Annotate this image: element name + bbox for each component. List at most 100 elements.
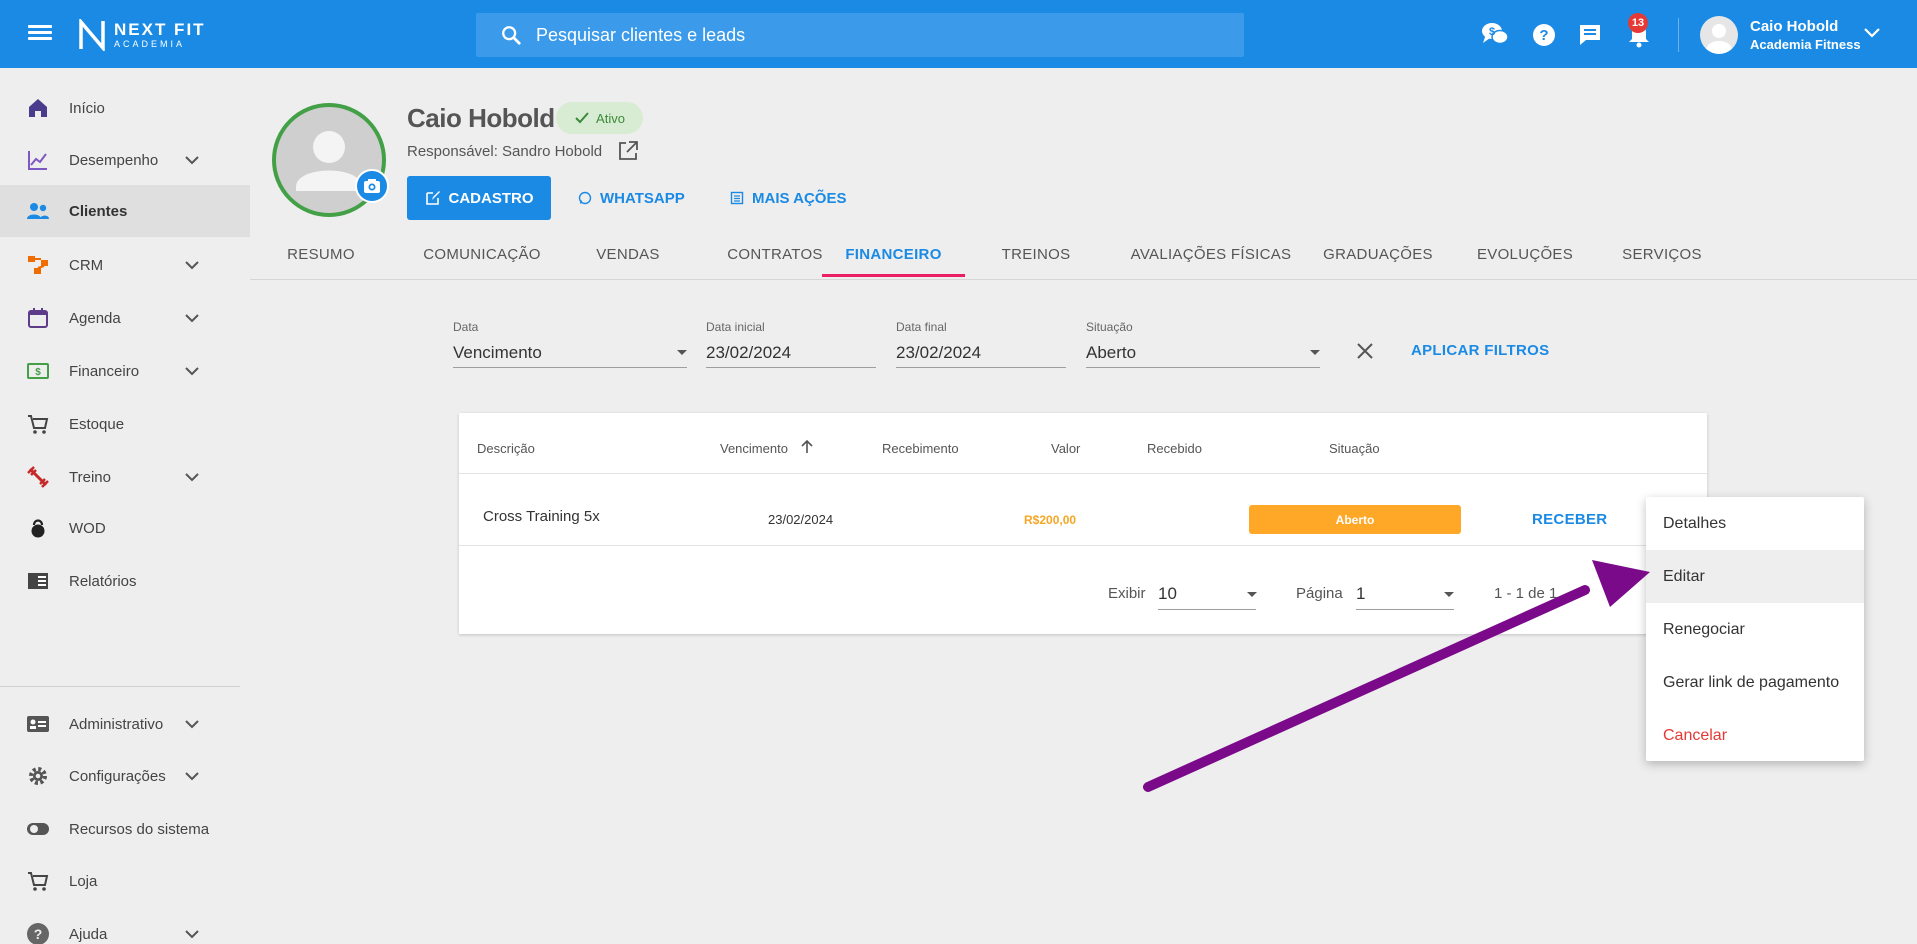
sidebar-item-ajuda[interactable]: ? Ajuda (0, 908, 250, 944)
chevron-down-icon[interactable] (1862, 26, 1882, 40)
page-size-select[interactable]: 10 (1158, 584, 1177, 604)
row-descricao: Cross Training 5x (483, 508, 600, 525)
header-divider (459, 473, 1707, 474)
menu-icon[interactable] (24, 22, 56, 46)
filter-inicial-label: Data inicial (706, 320, 765, 334)
page-select[interactable]: 1 (1356, 584, 1365, 604)
tab-avaliacoes[interactable]: AVALIAÇÕES FÍSICAS (1112, 228, 1310, 280)
people-icon (27, 203, 49, 219)
search-bar[interactable]: Pesquisar clientes e leads (476, 13, 1244, 57)
user-avatar-icon (1706, 24, 1732, 54)
gear-icon (29, 767, 47, 785)
receive-button[interactable]: RECEBER (1532, 511, 1607, 528)
column-header-valor: Valor (1051, 441, 1081, 456)
filter-data-underline (453, 367, 687, 368)
dropdown-caret-icon[interactable] (677, 350, 687, 355)
chevron-down-icon (185, 720, 199, 729)
dropdown-caret-icon[interactable] (1247, 592, 1257, 597)
filter-final-input[interactable]: 23/02/2024 (896, 343, 981, 363)
sidebar-item-label: Início (69, 99, 105, 117)
message-icon[interactable] (1575, 20, 1605, 50)
sidebar-item-label: Financeiro (69, 362, 140, 380)
menu-item-detalhes[interactable]: Detalhes (1646, 497, 1864, 550)
column-header-vencimento[interactable]: Vencimento (720, 441, 788, 456)
search-input[interactable]: Pesquisar clientes e leads (536, 25, 745, 46)
sidebar-item-financeiro[interactable]: $ Financeiro (0, 345, 250, 397)
toggle-icon (27, 823, 49, 835)
whatsapp-label: WHATSAPP (600, 189, 685, 207)
help-icon[interactable]: ? (1529, 20, 1559, 50)
sidebar-item-configuracoes[interactable]: Configurações (0, 750, 250, 802)
sidebar-item-agenda[interactable]: Agenda (0, 292, 250, 344)
sidebar-item-treino[interactable]: Treino (0, 451, 250, 503)
cadastro-button[interactable]: CADASTRO (407, 176, 551, 220)
dropdown-caret-icon[interactable] (1310, 350, 1320, 355)
user-org: Academia Fitness (1750, 37, 1861, 52)
filter-situacao-select[interactable]: Aberto (1086, 343, 1136, 363)
sidebar-item-label: Relatórios (69, 572, 137, 590)
status-badge: Ativo (556, 102, 643, 134)
menu-item-gerar-link[interactable]: Gerar link de pagamento (1646, 656, 1864, 709)
responsible-text: Responsável: Sandro Hobold (407, 143, 603, 160)
menu-item-renegociar[interactable]: Renegociar (1646, 603, 1864, 656)
arrow-up-icon[interactable] (799, 439, 815, 455)
sidebar-item-clientes[interactable]: Clientes (0, 185, 250, 237)
menu-item-editar[interactable]: Editar (1646, 550, 1864, 603)
avatar[interactable] (1700, 16, 1738, 54)
row-vencimento: 23/02/2024 (768, 512, 834, 527)
sidebar-item-inicio[interactable]: Início (0, 82, 250, 134)
tab-financeiro[interactable]: FINANCEIRO (822, 228, 965, 280)
filter-final-label: Data final (896, 320, 947, 334)
sidebar-item-loja[interactable]: Loja (0, 855, 250, 907)
filter-data-label: Data (453, 320, 479, 334)
chevron-down-icon (185, 261, 199, 270)
tab-evolucoes[interactable]: EVOLUÇÕES (1450, 228, 1600, 280)
svg-text:?: ? (34, 926, 43, 942)
help-icon: ? (27, 923, 49, 944)
filter-inicial-underline (706, 367, 876, 368)
sidebar-item-wod[interactable]: WOD (0, 502, 250, 554)
page-label: Página (1296, 585, 1343, 602)
brand-logo[interactable]: NEXT FIT ACADEMIA (78, 18, 206, 52)
tab-vendas[interactable]: VENDAS (566, 228, 690, 280)
sidebar-item-recursos[interactable]: Recursos do sistema (0, 803, 250, 855)
sidebar-item-administrativo[interactable]: Administrativo (0, 698, 250, 750)
menu-item-cancelar[interactable]: Cancelar (1646, 709, 1864, 762)
sidebar-item-desempenho[interactable]: Desempenho (0, 134, 250, 186)
tab-treinos[interactable]: TREINOS (968, 228, 1104, 280)
sidebar-item-crm[interactable]: CRM (0, 239, 250, 291)
status-badge: Aberto (1249, 505, 1461, 534)
camera-icon (364, 179, 380, 193)
svg-text:$: $ (35, 367, 41, 378)
row-valor: R$200,00 (1024, 513, 1077, 527)
brand-sub: ACADEMIA (114, 39, 186, 49)
cart-icon (28, 415, 49, 434)
tab-graduacoes[interactable]: GRADUAÇÕES (1298, 228, 1458, 280)
column-header-recebido: Recebido (1147, 441, 1202, 456)
more-actions-label: MAIS AÇÕES (752, 189, 847, 207)
more-actions-button[interactable]: MAIS AÇÕES (730, 176, 846, 220)
currency-chat-icon[interactable]: $ (1480, 20, 1510, 50)
external-link-icon[interactable] (617, 140, 639, 162)
dropdown-caret-icon[interactable] (1444, 592, 1454, 597)
whatsapp-button[interactable]: WHATSAPP (578, 176, 685, 220)
camera-button[interactable] (355, 169, 389, 203)
kettlebell-icon (31, 519, 45, 538)
svg-text:$: $ (1489, 26, 1495, 38)
page-size-underline (1158, 609, 1256, 610)
filter-data-select[interactable]: Vencimento (453, 343, 542, 363)
cart-icon (28, 872, 49, 891)
sidebar-item-label: Desempenho (69, 151, 159, 169)
tab-resumo[interactable]: RESUMO (260, 228, 382, 280)
sidebar-item-estoque[interactable]: Estoque (0, 398, 250, 450)
user-name[interactable]: Caio Hobold (1750, 18, 1838, 35)
filter-inicial-input[interactable]: 23/02/2024 (706, 343, 791, 363)
tab-comunicacao[interactable]: COMUNICAÇÃO (394, 228, 570, 280)
sidebar-item-label: WOD (69, 519, 106, 537)
close-icon[interactable] (1355, 341, 1375, 361)
filter-final-underline (896, 367, 1066, 368)
apply-filters-button[interactable]: APLICAR FILTROS (1411, 342, 1549, 359)
tab-servicos[interactable]: SERVIÇOS (1590, 228, 1734, 280)
calendar-icon (28, 308, 48, 328)
sidebar-item-relatorios[interactable]: Relatórios (0, 555, 250, 607)
